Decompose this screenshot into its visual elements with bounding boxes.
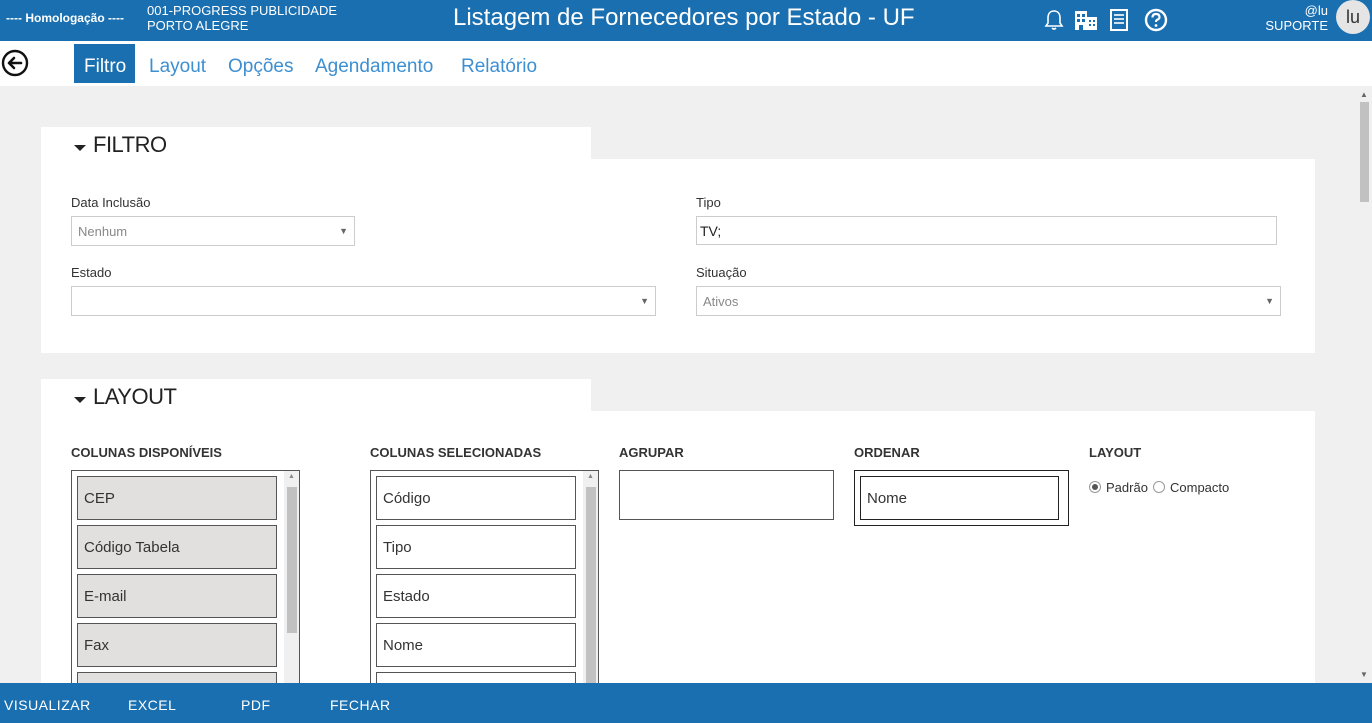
agrupar-list[interactable] xyxy=(619,470,834,520)
bell-icon[interactable] xyxy=(1041,7,1067,33)
visualizar-button[interactable]: VISUALIZAR xyxy=(4,697,91,713)
scroll-up-icon[interactable]: ▲ xyxy=(1360,90,1368,99)
bottom-action-bar: VISUALIZAR EXCEL PDF FECHAR xyxy=(0,683,1372,723)
user-handle: @lu xyxy=(1304,3,1328,18)
filtro-section-title: FILTRO xyxy=(93,132,167,157)
filtro-section-header[interactable]: FILTRO xyxy=(41,127,591,159)
scroll-up-icon[interactable]: ▲ xyxy=(288,473,295,480)
tab-relatorio[interactable]: Relatório xyxy=(461,44,537,83)
list-scrollbar[interactable]: ▲ xyxy=(583,471,598,689)
radio-padrao[interactable] xyxy=(1089,481,1101,493)
fechar-button[interactable]: FECHAR xyxy=(330,697,391,713)
radio-compacto[interactable] xyxy=(1153,481,1165,493)
list-item[interactable]: CEP xyxy=(77,476,277,520)
data-inclusao-label: Data Inclusão xyxy=(71,195,151,210)
layout-option-label: LAYOUT xyxy=(1089,445,1142,460)
radio-padrao-label[interactable]: Padrão xyxy=(1106,480,1148,495)
tipo-label: Tipo xyxy=(696,195,721,210)
tipo-field[interactable]: TV; xyxy=(696,216,1277,245)
situacao-select[interactable]: Ativos ▼ xyxy=(696,286,1281,316)
tipo-value: TV; xyxy=(700,222,722,239)
back-arrow-icon[interactable] xyxy=(1,49,29,77)
list-item[interactable]: Nome xyxy=(860,476,1059,520)
help-icon[interactable] xyxy=(1143,7,1169,33)
dropdown-arrow-icon: ▼ xyxy=(1265,296,1274,306)
user-info[interactable]: @lu SUPORTE xyxy=(1265,3,1328,33)
data-inclusao-select[interactable]: Nenhum ▼ xyxy=(71,216,355,246)
list-item[interactable]: Estado xyxy=(376,574,576,618)
pdf-button[interactable]: PDF xyxy=(241,697,271,713)
scroll-thumb[interactable] xyxy=(287,487,297,633)
company-info[interactable]: 001-PROGRESS PUBLICIDADE PORTO ALEGRE xyxy=(147,3,337,33)
document-icon[interactable] xyxy=(1106,7,1132,33)
scroll-thumb[interactable] xyxy=(586,487,596,687)
data-inclusao-value: Nenhum xyxy=(78,223,128,239)
ordenar-list[interactable]: Nome xyxy=(854,470,1069,526)
collapse-caret-icon[interactable] xyxy=(74,397,86,403)
list-scrollbar[interactable]: ▲ xyxy=(284,471,299,689)
layout-section-header[interactable]: LAYOUT xyxy=(41,379,591,411)
list-item[interactable]: Tipo xyxy=(376,525,576,569)
avatar[interactable]: lu xyxy=(1336,0,1370,34)
layout-section-title: LAYOUT xyxy=(93,384,177,409)
scroll-thumb[interactable] xyxy=(1360,102,1369,202)
environment-label: ---- Homologação ---- xyxy=(6,11,124,25)
estado-select[interactable]: ▼ xyxy=(71,286,656,316)
situacao-label: Situação xyxy=(696,265,747,280)
list-item[interactable]: Código xyxy=(376,476,576,520)
radio-compacto-label[interactable]: Compacto xyxy=(1170,480,1229,495)
tab-layout[interactable]: Layout xyxy=(149,44,206,83)
page-scrollbar[interactable]: ▲ ▼ xyxy=(1356,86,1372,683)
list-item[interactable]: E-mail xyxy=(77,574,277,618)
list-item[interactable]: Nome xyxy=(376,623,576,667)
user-role: SUPORTE xyxy=(1265,18,1328,33)
tab-agendamento[interactable]: Agendamento xyxy=(315,44,433,83)
estado-label: Estado xyxy=(71,265,112,280)
excel-button[interactable]: EXCEL xyxy=(128,697,176,713)
list-item[interactable]: Código Tabela xyxy=(77,525,277,569)
top-bar: ---- Homologação ---- 001-PROGRESS PUBLI… xyxy=(0,0,1372,41)
scroll-up-icon[interactable]: ▲ xyxy=(587,473,594,480)
tab-filtro[interactable]: Filtro xyxy=(74,44,136,83)
filtro-section-body: Data Inclusão Nenhum ▼ Tipo TV; Estado ▼… xyxy=(41,159,1315,353)
colunas-disponiveis-label: COLUNAS DISPONÍVEIS xyxy=(71,445,222,460)
tab-opcoes[interactable]: Opções xyxy=(228,44,293,83)
colunas-disponiveis-list[interactable]: CEP Código Tabela E-mail Fax ▲ xyxy=(71,470,300,690)
list-item[interactable]: Fax xyxy=(77,623,277,667)
dropdown-arrow-icon: ▼ xyxy=(339,226,348,236)
tab-bar: Filtro Layout Opções Agendamento Relatór… xyxy=(0,41,1372,86)
layout-section-body: COLUNAS DISPONÍVEIS CEP Código Tabela E-… xyxy=(41,411,1315,690)
buildings-icon[interactable] xyxy=(1073,7,1099,33)
ordenar-label: ORDENAR xyxy=(854,445,920,460)
company-name: 001-PROGRESS PUBLICIDADE xyxy=(147,3,338,18)
collapse-caret-icon[interactable] xyxy=(74,145,86,151)
situacao-value: Ativos xyxy=(703,293,739,309)
dropdown-arrow-icon: ▼ xyxy=(640,296,649,306)
page-title: Listagem de Fornecedores por Estado - UF xyxy=(453,4,915,31)
company-city: PORTO ALEGRE xyxy=(147,18,249,33)
colunas-selecionadas-label: COLUNAS SELECIONADAS xyxy=(370,445,542,460)
agrupar-label: AGRUPAR xyxy=(619,445,684,460)
scroll-down-icon[interactable]: ▼ xyxy=(1360,670,1368,679)
colunas-selecionadas-list[interactable]: Código Tipo Estado Nome ▲ xyxy=(370,470,599,690)
